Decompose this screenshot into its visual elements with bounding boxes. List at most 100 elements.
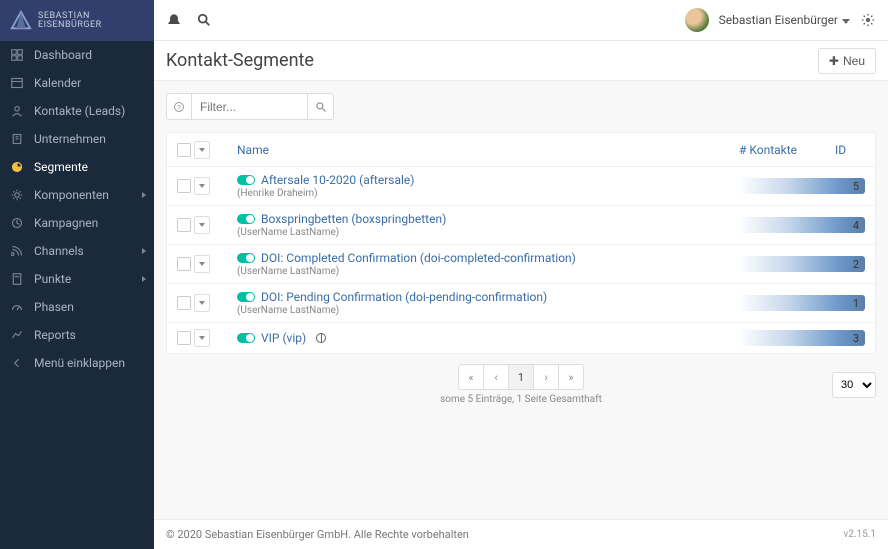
sidebar-item-label: Punkte [34,272,71,286]
publish-toggle[interactable] [237,333,255,343]
sidebar-item-label: Reports [34,328,76,342]
version: v2.15.1 [843,529,876,540]
calc-icon [10,272,24,286]
row-actions-dropdown[interactable] [194,216,210,234]
publish-toggle[interactable] [237,292,255,302]
help-button[interactable]: ? [166,93,192,120]
row-checkbox[interactable] [177,218,191,232]
pagesize-select[interactable]: 30 [832,372,876,398]
row-actions-dropdown[interactable] [194,294,210,312]
table-row: Aftersale 10-2020 (aftersale)(Henrike Dr… [167,167,875,206]
page-current[interactable]: 1 [508,364,534,390]
calendar-icon [10,76,24,90]
filter-input[interactable] [192,93,308,120]
new-button[interactable]: ✚Neu [818,48,876,74]
dashboard-icon [10,48,24,62]
sidebar-item-unternehmen[interactable]: Unternehmen [0,125,154,153]
contact-count[interactable]: 2 [739,256,865,272]
main-content: Kontakt-Segmente ✚Neu ? Name # Kontakte … [154,41,888,519]
table-row: DOI: Completed Confirmation (doi-complet… [167,245,875,284]
row-checkbox[interactable] [177,296,191,310]
search-icon[interactable] [196,12,212,28]
publish-toggle[interactable] [237,214,255,224]
segment-link[interactable]: DOI: Pending Confirmation (doi-pending-c… [261,290,547,304]
sidebar-item-reports[interactable]: Reports [0,321,154,349]
sidebar-item-label: Channels [34,244,84,258]
contact-count[interactable]: 5 [739,178,865,194]
footer: © 2020 Sebastian Eisenbürger GmbH. Alle … [154,519,888,549]
sidebar-item-dashboard[interactable]: Dashboard [0,41,154,69]
contact-count[interactable]: 1 [739,295,865,311]
sidebar-item-kontakte[interactable]: Kontakte (Leads) [0,97,154,125]
sidebar-item-komponenten[interactable]: Komponenten [0,181,154,209]
segment-link[interactable]: Boxspringbetten (boxspringbetten) [261,212,446,226]
contact-count[interactable]: 3 [739,330,865,346]
select-all-checkbox[interactable] [177,143,191,157]
row-actions-dropdown[interactable] [194,255,210,273]
sidebar-item-label: Unternehmen [34,132,106,146]
bulk-actions-dropdown[interactable] [194,141,210,159]
segment-link[interactable]: VIP (vip) [261,331,306,345]
header-id[interactable]: ID [835,143,875,157]
search-button[interactable] [308,93,334,120]
chevron-down-icon [199,148,205,152]
row-actions-dropdown[interactable] [194,177,210,195]
sidebar-item-kalender[interactable]: Kalender [0,69,154,97]
gear-icon[interactable] [860,12,876,28]
header-name[interactable]: Name [223,143,739,157]
nav: Dashboard Kalender Kontakte (Leads) Unte… [0,41,154,377]
row-checkbox[interactable] [177,257,191,271]
segments-table: Name # Kontakte ID Aftersale 10-2020 (af… [166,132,876,354]
chevron-down-icon [199,301,205,305]
notifications-icon[interactable] [166,12,182,28]
chevron-down-icon [199,184,205,188]
row-checkbox[interactable] [177,331,191,345]
user-icon [10,104,24,118]
sidebar-item-phasen[interactable]: Phasen [0,293,154,321]
sidebar-item-label: Kontakte (Leads) [34,104,125,118]
page-last[interactable]: » [558,364,584,390]
pie-icon [10,160,24,174]
globe-icon [316,333,326,343]
sidebar-item-label: Segmente [34,160,88,174]
page-prev[interactable]: ‹ [483,364,509,390]
user-menu[interactable]: Sebastian Eisenbürger [719,13,850,27]
page-header: Kontakt-Segmente ✚Neu [154,41,888,81]
topbar: Sebastian Eisenbürger [154,0,888,41]
segment-creator: (UserName LastName) [237,227,739,238]
sidebar-item-label: Phasen [34,300,74,314]
publish-toggle[interactable] [237,253,255,263]
sidebar-item-label: Menü einklappen [34,356,125,370]
sidebar-item-label: Kalender [34,76,81,90]
sidebar-item-kampagnen[interactable]: Kampagnen [0,209,154,237]
clock-icon [10,216,24,230]
row-actions-dropdown[interactable] [194,329,210,347]
plus-icon: ✚ [829,54,839,68]
chevron-down-icon [199,262,205,266]
chevron-down-icon [842,19,850,24]
segment-link[interactable]: DOI: Completed Confirmation (doi-complet… [261,251,576,265]
rss-icon [10,244,24,258]
sidebar: SEBASTIANEISENBÜRGER Dashboard Kalender … [0,0,154,549]
segment-link[interactable]: Aftersale 10-2020 (aftersale) [261,173,414,187]
sidebar-item-segmente[interactable]: Segmente [0,153,154,181]
brand-line2: EISENBÜRGER [38,21,102,30]
sidebar-item-channels[interactable]: Channels [0,237,154,265]
brand-logo-icon [10,10,32,32]
sidebar-item-punkte[interactable]: Punkte [0,265,154,293]
row-checkbox[interactable] [177,179,191,193]
gears-icon [10,188,24,202]
table-row: Boxspringbetten (boxspringbetten)(UserNa… [167,206,875,245]
table-row: DOI: Pending Confirmation (doi-pending-c… [167,284,875,323]
chevron-down-icon [199,223,205,227]
avatar[interactable] [685,8,709,32]
brand-logo[interactable]: SEBASTIANEISENBÜRGER [0,0,154,41]
publish-toggle[interactable] [237,175,255,185]
chevron-right-icon [142,192,146,198]
page-first[interactable]: « [458,364,484,390]
contact-count[interactable]: 4 [739,217,865,233]
page-next[interactable]: › [533,364,559,390]
header-count[interactable]: # Kontakte [739,143,835,157]
sidebar-item-collapse[interactable]: Menü einklappen [0,349,154,377]
sidebar-item-label: Dashboard [34,48,92,62]
